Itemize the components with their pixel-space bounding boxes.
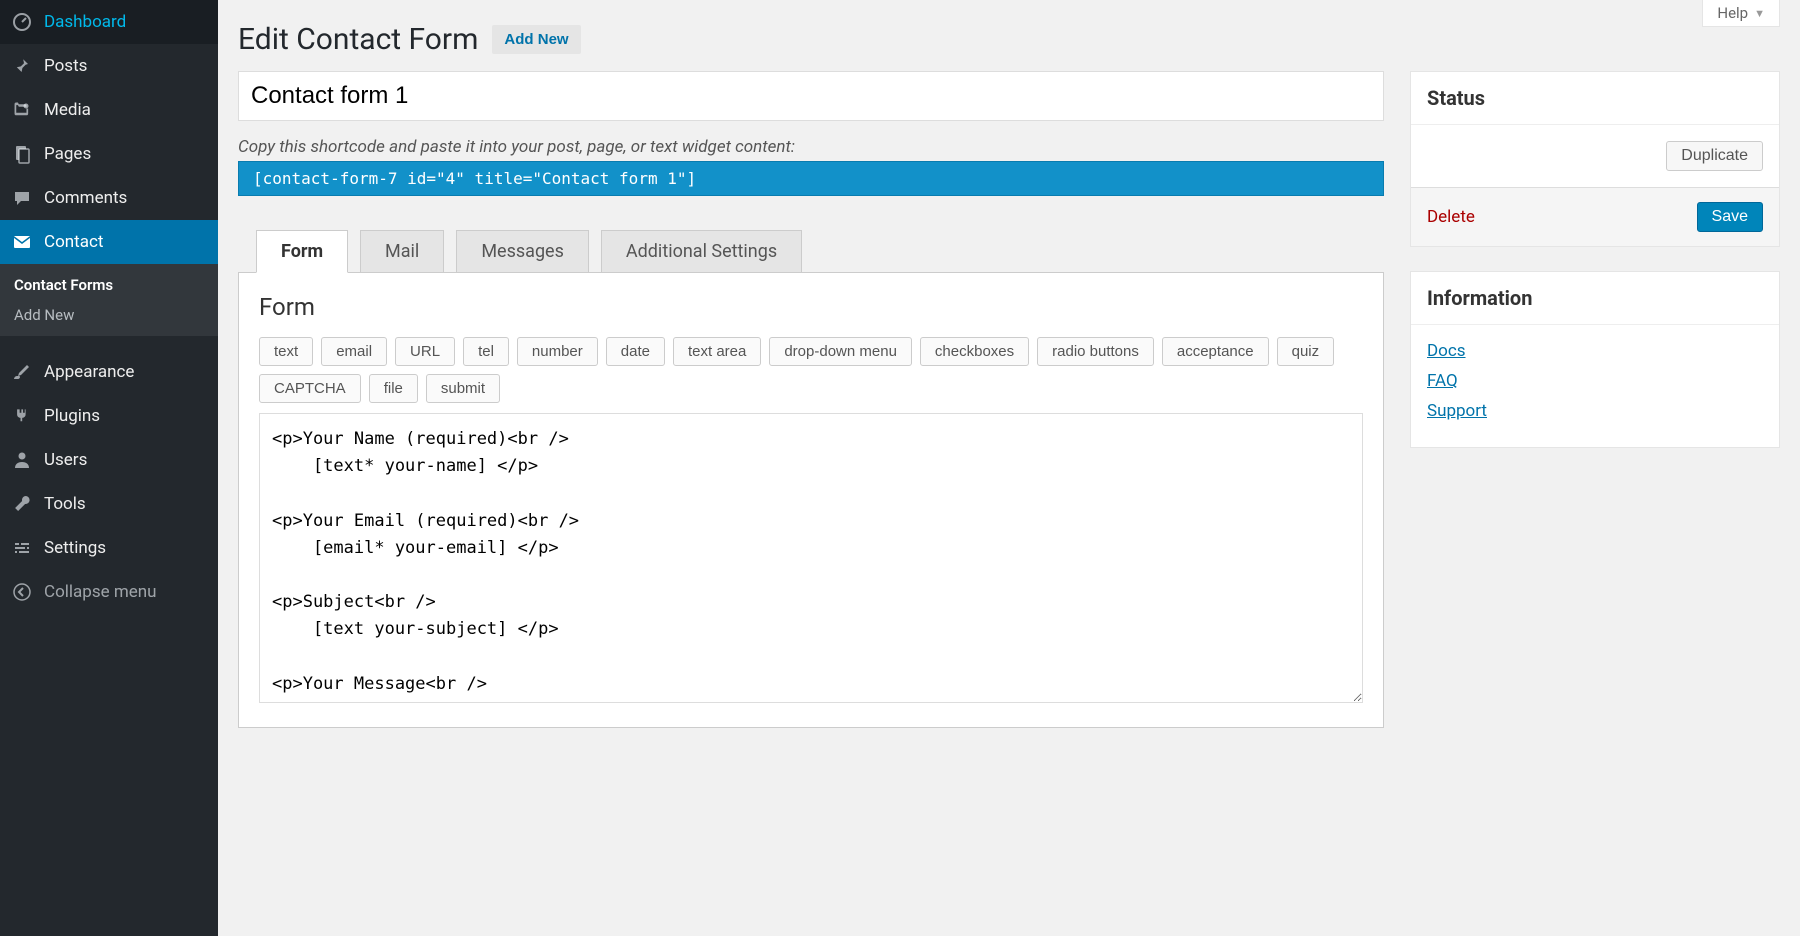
- info-link-faq[interactable]: FAQ: [1427, 371, 1763, 391]
- shortcode-display[interactable]: [contact-form-7 id="4" title="Contact fo…: [238, 161, 1384, 196]
- help-tab[interactable]: Help ▼: [1702, 0, 1780, 27]
- page-title: Edit Contact Form: [238, 22, 478, 57]
- sidebar-item-label: Users: [44, 450, 87, 470]
- sidebar-item-label: Posts: [44, 56, 87, 76]
- duplicate-button[interactable]: Duplicate: [1666, 141, 1763, 171]
- tag-btn-acceptance[interactable]: acceptance: [1162, 337, 1269, 366]
- tag-btn-url[interactable]: URL: [395, 337, 455, 366]
- plug-icon: [10, 404, 34, 428]
- tag-btn-checkboxes[interactable]: checkboxes: [920, 337, 1029, 366]
- tag-btn-textarea[interactable]: text area: [673, 337, 761, 366]
- main-content: Help ▼ Edit Contact Form Add New Copy th…: [218, 0, 1800, 936]
- tag-btn-tel[interactable]: tel: [463, 337, 509, 366]
- sidebar-item-media[interactable]: Media: [0, 88, 218, 132]
- sidebar-item-label: Appearance: [44, 362, 134, 382]
- sidebar-item-label: Contact: [44, 232, 103, 252]
- help-label: Help: [1717, 4, 1748, 22]
- save-button[interactable]: Save: [1697, 202, 1763, 232]
- tag-btn-captcha[interactable]: CAPTCHA: [259, 374, 361, 403]
- pages-icon: [10, 142, 34, 166]
- tag-btn-number[interactable]: number: [517, 337, 598, 366]
- info-link-support[interactable]: Support: [1427, 401, 1763, 421]
- status-title: Status: [1411, 72, 1779, 125]
- tab-messages[interactable]: Messages: [456, 230, 589, 273]
- sidebar-item-collapse[interactable]: Collapse menu: [0, 570, 218, 614]
- tab-form[interactable]: Form: [256, 230, 348, 273]
- page-header: Edit Contact Form Add New: [238, 0, 1780, 71]
- content-side: Status Duplicate Delete Save Information…: [1410, 71, 1780, 472]
- sidebar-item-appearance[interactable]: Appearance: [0, 350, 218, 394]
- sliders-icon: [10, 536, 34, 560]
- sidebar-item-pages[interactable]: Pages: [0, 132, 218, 176]
- delete-link[interactable]: Delete: [1427, 207, 1475, 227]
- tag-btn-file[interactable]: file: [369, 374, 418, 403]
- info-link-docs[interactable]: Docs: [1427, 341, 1763, 361]
- panel-heading: Form: [259, 293, 1363, 321]
- media-icon: [10, 98, 34, 122]
- dashboard-icon: [10, 10, 34, 34]
- tag-btn-radio[interactable]: radio buttons: [1037, 337, 1154, 366]
- pin-icon: [10, 54, 34, 78]
- tab-panel-form: Form text email URL tel number date text…: [238, 272, 1384, 728]
- tag-btn-submit[interactable]: submit: [426, 374, 500, 403]
- sidebar-item-label: Media: [44, 100, 91, 120]
- user-icon: [10, 448, 34, 472]
- sidebar-item-label: Settings: [44, 538, 106, 558]
- information-metabox: Information Docs FAQ Support: [1410, 271, 1780, 448]
- add-new-button[interactable]: Add New: [492, 25, 580, 54]
- sidebar-submenu: Contact Forms Add New: [0, 264, 218, 336]
- tab-list: Form Mail Messages Additional Settings: [256, 230, 1384, 273]
- sidebar-item-label: Collapse menu: [44, 582, 157, 602]
- sidebar-item-settings[interactable]: Settings: [0, 526, 218, 570]
- tag-btn-date[interactable]: date: [606, 337, 665, 366]
- brush-icon: [10, 360, 34, 384]
- sidebar-item-comments[interactable]: Comments: [0, 176, 218, 220]
- submenu-item-contact-forms[interactable]: Contact Forms: [0, 270, 218, 300]
- mail-icon: [10, 230, 34, 254]
- comments-icon: [10, 186, 34, 210]
- chevron-down-icon: ▼: [1754, 7, 1765, 20]
- form-title-input[interactable]: [238, 71, 1384, 121]
- shortcode-hint: Copy this shortcode and paste it into yo…: [238, 137, 1384, 157]
- sidebar-item-label: Comments: [44, 188, 127, 208]
- tag-button-row: text email URL tel number date text area…: [259, 337, 1363, 403]
- information-title: Information: [1411, 272, 1779, 325]
- content-main: Copy this shortcode and paste it into yo…: [238, 71, 1384, 728]
- tag-btn-quiz[interactable]: quiz: [1277, 337, 1335, 366]
- sidebar-item-dashboard[interactable]: Dashboard: [0, 0, 218, 44]
- sidebar-item-contact[interactable]: Contact: [0, 220, 218, 264]
- tag-btn-email[interactable]: email: [321, 337, 387, 366]
- submenu-item-add-new[interactable]: Add New: [0, 300, 218, 330]
- sidebar-item-users[interactable]: Users: [0, 438, 218, 482]
- wrench-icon: [10, 492, 34, 516]
- sidebar-item-label: Pages: [44, 144, 91, 164]
- status-metabox: Status Duplicate Delete Save: [1410, 71, 1780, 247]
- admin-sidebar: Dashboard Posts Media Pages Comments Con…: [0, 0, 218, 936]
- tag-btn-dropdown[interactable]: drop-down menu: [769, 337, 912, 366]
- collapse-icon: [10, 580, 34, 604]
- form-template-textarea[interactable]: [259, 413, 1363, 703]
- sidebar-item-label: Dashboard: [44, 12, 126, 32]
- sidebar-item-tools[interactable]: Tools: [0, 482, 218, 526]
- tab-additional-settings[interactable]: Additional Settings: [601, 230, 802, 273]
- tag-btn-text[interactable]: text: [259, 337, 313, 366]
- sidebar-item-posts[interactable]: Posts: [0, 44, 218, 88]
- sidebar-item-plugins[interactable]: Plugins: [0, 394, 218, 438]
- sidebar-item-label: Plugins: [44, 406, 100, 426]
- sidebar-item-label: Tools: [44, 494, 86, 514]
- tab-mail[interactable]: Mail: [360, 230, 444, 273]
